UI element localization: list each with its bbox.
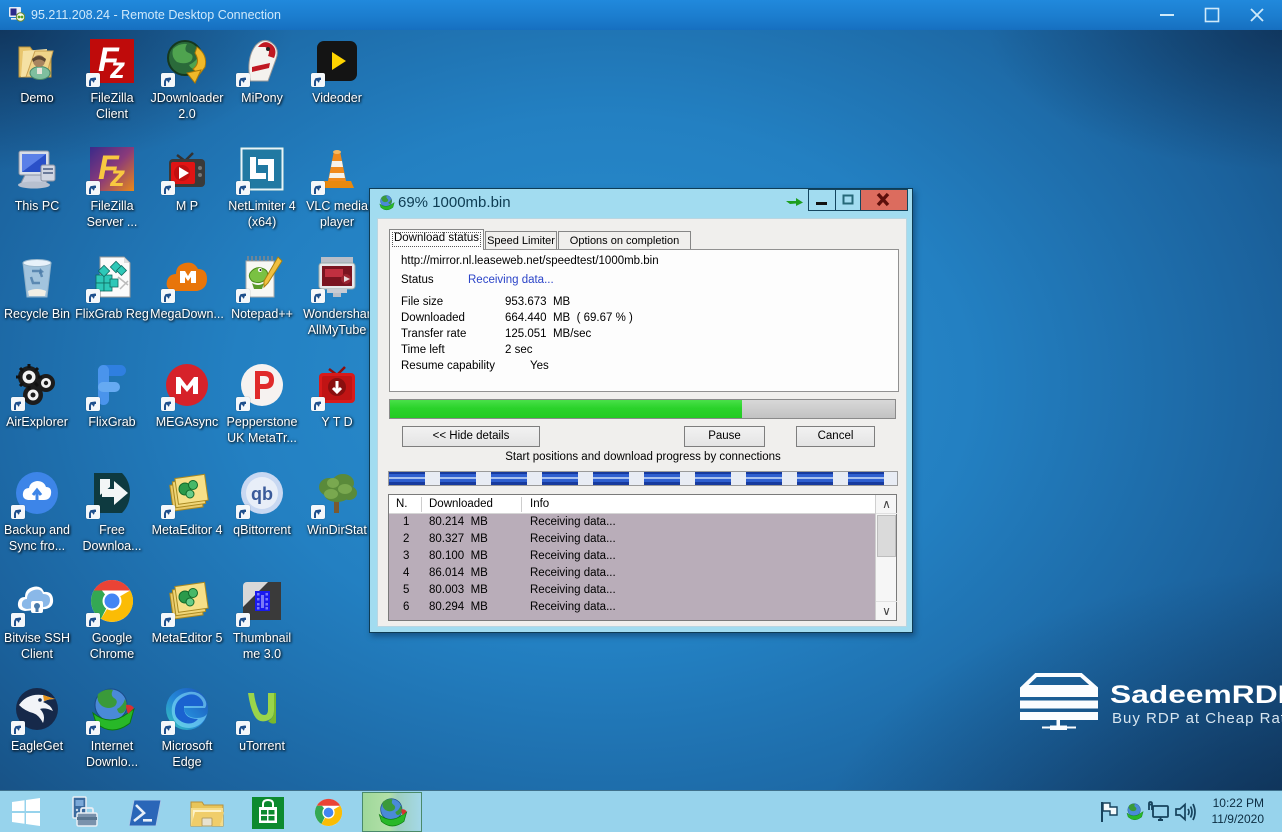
- svg-text:qb: qb: [251, 484, 273, 504]
- svg-text:z: z: [109, 160, 125, 193]
- svg-text:z: z: [109, 52, 125, 85]
